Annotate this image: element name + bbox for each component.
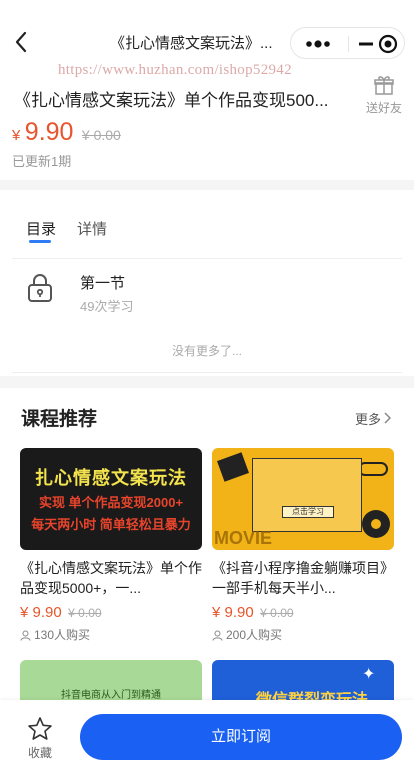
cover-document <box>252 458 362 532</box>
course-buyers: 130人购买 <box>20 626 202 643</box>
section-gap <box>0 376 414 388</box>
tab-bar: 目录 详情 <box>0 190 414 258</box>
bottom-action-bar: 收藏 立即订阅 <box>0 700 414 780</box>
course-cover-image: 扎心情感文案玩法 实现 单个作品变现2000+ 每天两小时 简单轻松且暴力 <box>20 448 202 550</box>
cover-title: 微信群裂变玩法 <box>256 686 368 700</box>
cover-title: 扎心情感文案玩法 <box>35 468 187 488</box>
more-link[interactable]: 更多 <box>355 409 392 428</box>
product-title: 《扎心情感文案玩法》单个作品变现500... <box>14 91 329 110</box>
gift-icon <box>374 76 394 95</box>
price-symbol: ¥ <box>12 127 21 144</box>
close-target-icon[interactable] <box>377 33 399 55</box>
course-price: ¥ 9.90 <box>20 604 62 621</box>
chapter-item[interactable]: 第一节 49次学习 <box>12 262 402 324</box>
tab-catalog[interactable]: 目录 <box>26 218 56 239</box>
course-card[interactable]: 扎心情感文案玩法 实现 单个作品变现2000+ 每天两小时 简单轻松且暴力 《扎… <box>20 448 202 643</box>
minimize-icon[interactable] <box>356 36 376 52</box>
course-price-row: ¥ 9.90 ¥ 0.00 <box>20 604 202 622</box>
active-tab-indicator <box>29 240 51 243</box>
course-card[interactable]: 点击学习 MOVIE 《抖音小程序撸金躺赚项目》一部手机每天半小... ¥ 9.… <box>212 448 394 643</box>
sparkle-icon: ✦ <box>362 666 376 683</box>
navbar-title: 《扎心情感文案玩法》... <box>110 35 273 52</box>
user-icon <box>212 630 223 641</box>
more-label: 更多 <box>355 412 382 427</box>
course-cover-image[interactable]: 抖音电商从入门到精通 <box>20 660 202 700</box>
course-cover-image: 点击学习 MOVIE <box>212 448 394 550</box>
cover-title: 抖音电商从入门到精通 <box>61 690 161 700</box>
star-icon <box>28 717 52 740</box>
film-reel-icon <box>362 510 390 538</box>
clapperboard-icon <box>217 452 249 482</box>
price-row: ¥ 9.90 ¥ 0.00 <box>12 118 121 150</box>
cover-line: 实现 单个作品变现2000+ <box>38 495 184 510</box>
chapter-title: 第一节 <box>80 275 126 292</box>
update-info: 已更新1期 <box>12 154 72 169</box>
capsule-divider <box>348 36 349 52</box>
user-icon <box>20 630 31 641</box>
favorite-button[interactable]: 收藏 <box>22 716 58 761</box>
cover-button: 点击学习 <box>282 506 334 518</box>
original-price: ¥ 0.00 <box>81 127 121 143</box>
navbar: 《扎心情感文案玩法》... <box>0 0 414 64</box>
more-dots-icon[interactable] <box>303 36 333 52</box>
cover-movie-text: MOVIE <box>214 528 273 548</box>
price: 9.90 <box>24 118 74 146</box>
glasses-icon <box>358 462 388 476</box>
section-gap <box>0 180 414 190</box>
chevron-right-icon <box>384 412 392 424</box>
back-arrow-icon[interactable] <box>10 28 34 56</box>
buyers-count: 130人购买 <box>34 628 91 642</box>
chapter-learners: 49次学习 <box>80 299 134 314</box>
watermark-text: https://www.huzhan.com/ishop52942 <box>58 62 292 78</box>
recommend-title: 课程推荐 <box>21 409 98 430</box>
no-more-text: 没有更多了... <box>171 344 242 358</box>
course-buyers: 200人购买 <box>212 626 394 643</box>
divider <box>12 372 402 373</box>
lock-icon <box>28 274 52 302</box>
subscribe-button[interactable]: 立即订阅 <box>80 714 402 760</box>
tab-details[interactable]: 详情 <box>77 218 107 239</box>
share-button[interactable]: 送好友 <box>362 74 406 116</box>
divider <box>12 258 402 259</box>
favorite-label: 收藏 <box>27 746 52 760</box>
course-title: 《扎心情感文案玩法》单个作品变现5000+，一... <box>20 560 202 596</box>
course-price-row: ¥ 9.90 ¥ 0.00 <box>212 604 394 622</box>
course-title: 《抖音小程序撸金躺赚项目》一部手机每天半小... <box>212 560 394 596</box>
share-label: 送好友 <box>365 101 402 115</box>
course-price: ¥ 9.90 <box>212 604 254 621</box>
course-original-price: ¥ 0.00 <box>68 606 102 620</box>
mini-program-capsule <box>290 27 405 59</box>
buyers-count: 200人购买 <box>226 628 283 642</box>
course-cover-image[interactable]: 微信群裂变玩法 ✦ <box>212 660 394 700</box>
course-original-price: ¥ 0.00 <box>260 606 294 620</box>
cover-line: 每天两小时 简单轻松且暴力 <box>31 517 191 532</box>
